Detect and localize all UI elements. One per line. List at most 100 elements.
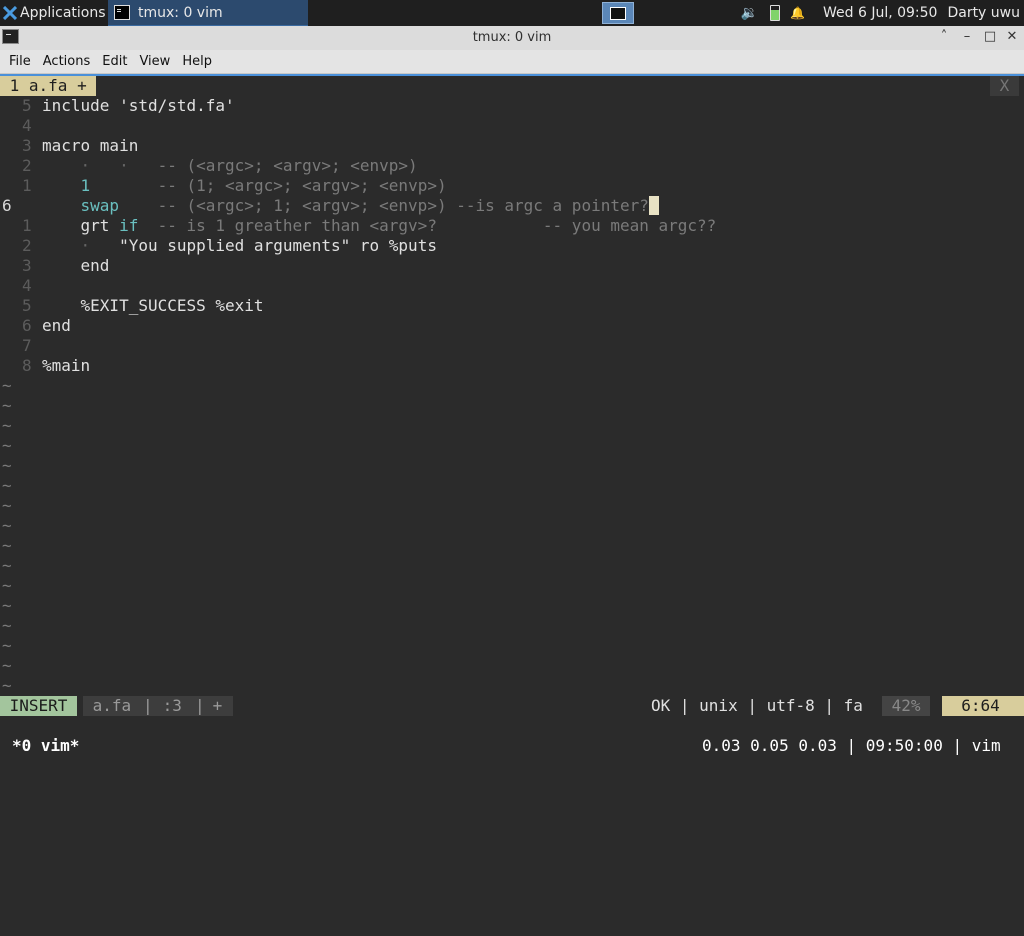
line-number: 2 (22, 236, 32, 255)
tilde-line: ~ (2, 396, 12, 415)
code-token: grt (42, 216, 120, 235)
tilde-line: ~ (2, 656, 12, 675)
code-line[interactable]: 2 · "You supplied arguments" ro %puts (0, 236, 1024, 256)
vim-status-fileinfo: OK | unix | utf-8 | fa (651, 696, 873, 715)
tilde-line: ~ (2, 436, 12, 455)
line-number: 1 (22, 216, 32, 235)
vim-status-filename: a.fa (83, 696, 141, 716)
line-number: 4 (22, 116, 32, 135)
tilde-line: ~ (2, 416, 12, 435)
menu-file[interactable]: File (9, 54, 31, 69)
code-line[interactable]: 5 include 'std/std.fa' (0, 96, 1024, 116)
vim-tab-active[interactable]: 1 a.fa + (0, 76, 97, 96)
code-line[interactable]: 1 grt if -- is 1 greather than <argv>? -… (0, 216, 1024, 236)
vim-status-line: :3 (153, 696, 192, 716)
close-button[interactable]: ✕ (1004, 29, 1020, 45)
menu-bar: File Actions Edit View Help (0, 50, 1024, 74)
line-number: 7 (22, 336, 32, 355)
code-token: -- (<argc>; <argv>; <envp>) (157, 156, 418, 175)
code-line[interactable]: 3 end (0, 256, 1024, 276)
tilde-line: ~ (2, 636, 12, 655)
line-number: 3 (22, 256, 32, 275)
code-text: end (42, 316, 71, 336)
line-number: 6 (2, 196, 12, 215)
terminal-area[interactable]: 1 a.fa + X 5 include 'std/std.fa' 4 3 macro … (0, 74, 1024, 768)
code-text: %main (42, 356, 90, 376)
code-line[interactable]: 4 (0, 276, 1024, 296)
line-number: 5 (22, 296, 32, 315)
vim-tabline: 1 a.fa + X (0, 76, 1024, 96)
code-token: end (42, 316, 71, 335)
applications-label: Applications (20, 5, 106, 21)
vim-tab-close[interactable]: X (990, 76, 1019, 96)
code-text: 1 -- (1; <argc>; <argv>; <envp>) (42, 176, 447, 196)
code-text: macro main (42, 136, 138, 156)
tilde-line: ~ (2, 536, 12, 555)
battery-icon[interactable] (770, 5, 781, 21)
code-line[interactable]: 3 macro main (0, 136, 1024, 156)
code-token: 1 (80, 176, 91, 195)
applications-menu[interactable]: Applications (0, 0, 106, 26)
code-token: -- is 1 greather than <argv>? -- you mea… (138, 216, 717, 235)
code-token: · · (80, 156, 158, 175)
line-number: 1 (22, 176, 32, 195)
top-panel: Applications tmux: 0 vim 🔉 🔔 Wed 6 Jul, … (0, 0, 1024, 26)
vim-status-position: 6:64 (942, 696, 1024, 716)
line-number: 8 (22, 356, 32, 375)
notification-bell-icon[interactable]: 🔔 (790, 6, 805, 20)
tmux-window-tab[interactable]: *0 vim* (12, 736, 79, 756)
menu-actions[interactable]: Actions (43, 54, 91, 69)
code-text: include 'std/std.fa' (42, 96, 235, 116)
code-line[interactable]: 8 %main (0, 356, 1024, 376)
user-menu[interactable]: Darty uwu (947, 5, 1020, 21)
line-number: 4 (22, 276, 32, 295)
tilde-line: ~ (2, 576, 12, 595)
vim-mode: INSERT (0, 696, 78, 716)
xfce-logo-icon (3, 6, 17, 20)
code-token: include 'std/std.fa' (42, 96, 235, 115)
code-text: swap -- (<argc>; 1; <argv>; <envp>) --is… (42, 196, 659, 216)
code-line[interactable]: 6 end (0, 316, 1024, 336)
tmux-statusbar: *0 vim* 0.03 0.05 0.03 | 09:50:00 | vim (0, 736, 1024, 756)
shade-button[interactable]: ˄ (936, 29, 952, 45)
clock[interactable]: Wed 6 Jul, 09:50 (823, 5, 937, 21)
code-line[interactable]: 4 (0, 116, 1024, 136)
code-token: end (42, 256, 110, 275)
tilde-line: ~ (2, 556, 12, 575)
code-line[interactable]: 6 swap -- (<argc>; 1; <argv>; <envp>) --… (0, 196, 1024, 216)
code-token: if (119, 216, 139, 235)
tilde-line: ~ (2, 496, 12, 515)
workspace-switcher[interactable] (602, 2, 634, 24)
window-titlebar[interactable]: tmux: 0 vim ˄ – □ ✕ (0, 26, 1024, 50)
workspace-thumbnail (610, 6, 626, 20)
tilde-line: ~ (2, 376, 12, 395)
line-number: 3 (22, 136, 32, 155)
vim-status-percent: 42% (882, 696, 931, 716)
menu-help[interactable]: Help (182, 54, 212, 69)
menu-view[interactable]: View (139, 54, 170, 69)
minimize-button[interactable]: – (959, 29, 975, 45)
tmux-status-right: 0.03 0.05 0.03 | 09:50:00 | vim (702, 736, 1001, 755)
code-line[interactable]: 1 1 -- (1; <argc>; <argv>; <envp>) (0, 176, 1024, 196)
code-text: end (42, 256, 110, 276)
code-text: grt if -- is 1 greather than <argv>? -- … (42, 216, 717, 236)
tilde-line: ~ (2, 596, 12, 615)
code-token: macro main (42, 136, 139, 155)
code-token: · (80, 236, 91, 255)
code-line[interactable]: 5 %EXIT_SUCCESS %exit (0, 296, 1024, 316)
code-token: "You supplied arguments" ro %puts (90, 236, 437, 255)
volume-icon[interactable]: 🔉 (741, 5, 758, 21)
menu-edit[interactable]: Edit (102, 54, 127, 69)
taskbar-label: tmux: 0 vim (138, 4, 223, 21)
maximize-button[interactable]: □ (982, 29, 998, 45)
code-line[interactable]: 7 (0, 336, 1024, 356)
taskbar-button-tmux[interactable]: tmux: 0 vim (108, 0, 308, 26)
code-token: -- (<argc>; 1; <argv>; <envp>) --is argc… (157, 196, 649, 215)
line-number: 2 (22, 156, 32, 175)
code-line[interactable]: 2 · · -- (<argc>; <argv>; <envp>) (0, 156, 1024, 176)
